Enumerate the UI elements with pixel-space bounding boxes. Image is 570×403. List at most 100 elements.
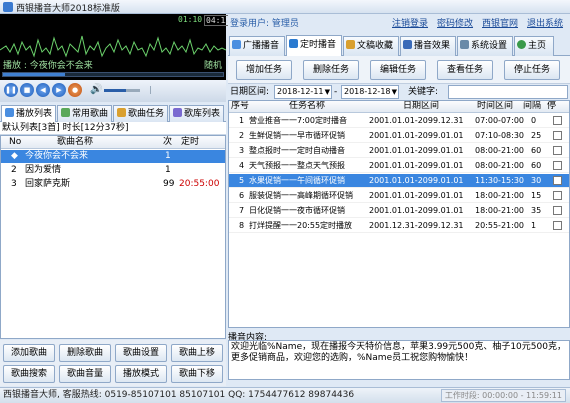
task-row[interactable]: 6 服装促销一一高峰期循环促销 2001.01.01-2099.01.01 18:00… — [229, 189, 569, 203]
tab-home[interactable]: 主页 — [514, 36, 554, 56]
task-row[interactable]: 7 日化促销一一夜市循环促销 2001.01.01-2099.01.01 18:00-… — [229, 204, 569, 218]
window-title: 西银播音大师2018标准版 — [16, 4, 120, 14]
playlist-row[interactable]: ◆ 今夜你会不会来 1 — [1, 150, 225, 163]
playlist-row[interactable]: 3 回家萨克斯 99 20:55:00 — [1, 178, 225, 191]
col-seq[interactable]: 序号 — [231, 101, 249, 112]
delete-task-button[interactable]: 删除任务 — [303, 60, 359, 80]
col-time-range[interactable]: 时间区间 — [477, 101, 513, 112]
playlist-row[interactable]: 2 因为爱情 1 — [1, 164, 225, 177]
task-table: 序号 任务名称 日期区间 时间区间 间隔 停 1 营业推音一一7:00定时播音 20… — [228, 100, 570, 328]
task-time-range: 11:30-15:30 — [475, 176, 524, 185]
app-icon — [3, 2, 13, 12]
playlist-info: 默认列表[3首] 时长[12分37秒] — [0, 122, 226, 135]
task-seq: 6 — [239, 191, 245, 200]
task-row[interactable]: 2 生鲜促销一一早市循环促销 2001.01.01-2099.01.01 07:10-… — [229, 129, 569, 143]
progress-bar[interactable] — [2, 72, 224, 77]
col-no[interactable]: No — [9, 136, 21, 148]
next-icon[interactable]: ▶ — [52, 83, 66, 97]
task-name: 天气预报一一整点天气预报 — [249, 161, 345, 170]
task-name: 日化促销一一夜市循环促销 — [249, 206, 345, 215]
task-stop-checkbox[interactable] — [553, 176, 562, 185]
task-seq: 7 — [239, 206, 245, 215]
date-to-picker[interactable]: 2018-12-18 ▼ — [341, 85, 399, 99]
tab-playlist[interactable]: 播放列表 — [1, 105, 57, 123]
playlist-header: No 歌曲名称 次 定时 — [1, 136, 225, 149]
stop-icon[interactable]: ■ — [20, 83, 34, 97]
hotline-text: 西银播音大师, 客服热线: 0519-85107101 85107101 QQ:… — [3, 390, 355, 400]
col-task-name[interactable]: 任务名称 — [289, 101, 325, 112]
task-stop-checkbox[interactable] — [553, 131, 562, 140]
tab-song-tasks[interactable]: 歌曲任务 — [113, 105, 169, 122]
task-stop-checkbox[interactable] — [553, 191, 562, 200]
task-interval: 15 — [531, 191, 542, 200]
task-seq: 3 — [239, 146, 245, 155]
add-task-button[interactable]: 增加任务 — [236, 60, 292, 80]
keyword-label: 关键字: — [408, 87, 439, 97]
task-seq: 5 — [239, 176, 245, 185]
task-time-range: 18:00-21:00 — [475, 191, 524, 200]
volume-slider[interactable] — [104, 89, 140, 92]
pause-icon[interactable]: ❚❚ — [4, 83, 18, 97]
login-bar: 登录用户: 管理员 注销登录 密码修改 西银官网 退出系统 — [228, 14, 570, 34]
exit-system-link[interactable]: 退出系统 — [527, 14, 563, 34]
task-interval: 0 — [531, 116, 537, 125]
gear-icon — [460, 40, 469, 49]
task-stop-checkbox[interactable] — [553, 116, 562, 125]
tab-song-library[interactable]: 歌库列表 — [169, 105, 225, 122]
move-song-up-button[interactable]: 歌曲上移 — [171, 344, 223, 362]
tab-system-settings[interactable]: 系统设置 — [457, 36, 513, 56]
play-mode-indicator[interactable]: 随机 — [204, 58, 222, 71]
balance-slider[interactable] — [150, 86, 220, 94]
tab-broadcast[interactable]: 广播播音 — [229, 36, 285, 56]
col-timing[interactable]: 定时 — [181, 136, 199, 148]
playlist-button-bar: 添加歌曲 删除歌曲 歌曲设置 歌曲上移 歌曲搜索 歌曲音量 播放模式 歌曲下移 — [0, 340, 226, 386]
tab-broadcast-effects[interactable]: 播音效果 — [400, 36, 456, 56]
play-mode-button[interactable]: 播放模式 — [115, 365, 167, 383]
speaker-icon[interactable]: 🔊 — [90, 84, 102, 95]
task-row[interactable]: 5 水果促销一一午间循环促销 2001.01.01-2099.01.01 11:30-… — [229, 174, 569, 188]
song-settings-button[interactable]: 歌曲设置 — [115, 344, 167, 362]
task-seq: 1 — [239, 116, 245, 125]
col-song-name[interactable]: 歌曲名称 — [57, 136, 93, 148]
task-stop-checkbox[interactable] — [553, 206, 562, 215]
broadcast-content-text[interactable]: 欢迎光临%Name，现在播报今天特价信息，苹果3.99元500克、柚子10元50… — [228, 340, 570, 380]
task-date-range: 2001.01.01-2099.01.01 — [369, 146, 464, 155]
task-row[interactable]: 1 营业推音一一7:00定时播音 2001.01.01-2099.12.31 07:0… — [229, 114, 569, 128]
stop-task-button[interactable]: 停止任务 — [504, 60, 560, 80]
keyword-input[interactable] — [448, 85, 568, 99]
tab-common-songs[interactable]: 常用歌曲 — [57, 105, 113, 122]
task-stop-checkbox[interactable] — [553, 161, 562, 170]
search-song-button[interactable]: 歌曲搜索 — [3, 365, 55, 383]
task-icon — [117, 108, 126, 117]
previous-icon[interactable]: ◀ — [36, 83, 50, 97]
task-row[interactable]: 3 整点报时一一定时自动播音 2001.01.01-2099.01.01 08:00-… — [229, 144, 569, 158]
document-icon — [346, 40, 355, 49]
date-from-picker[interactable]: 2018-12-11 ▼ — [274, 85, 332, 99]
add-song-button[interactable]: 添加歌曲 — [3, 344, 55, 362]
col-stop[interactable]: 停 — [547, 101, 556, 112]
status-bar: 西银播音大师, 客服热线: 0519-85107101 85107101 QQ:… — [0, 387, 570, 403]
delete-song-button[interactable]: 删除歌曲 — [59, 344, 111, 362]
task-time-range: 08:00-21:00 — [475, 161, 524, 170]
task-row[interactable]: 8 打烊提醒一一20:55定时播放 2001.12.31-2099.12.31 20:… — [229, 219, 569, 233]
official-site-link[interactable]: 西银官网 — [482, 14, 518, 34]
col-date-range[interactable]: 日期区间 — [403, 101, 439, 112]
tab-script-favorites[interactable]: 文稿收藏 — [343, 36, 399, 56]
task-row[interactable]: 4 天气预报一一整点天气预报 2001.01.01-2099.01.01 08:00-… — [229, 159, 569, 173]
library-icon — [173, 108, 182, 117]
view-task-button[interactable]: 查看任务 — [437, 60, 493, 80]
task-stop-checkbox[interactable] — [553, 221, 562, 230]
song-volume-button[interactable]: 歌曲音量 — [59, 365, 111, 383]
edit-task-button[interactable]: 编辑任务 — [370, 60, 426, 80]
task-stop-checkbox[interactable] — [553, 146, 562, 155]
task-date-range: 2001.01.01-2099.01.01 — [369, 206, 464, 215]
tab-scheduled-broadcast[interactable]: 定时播音 — [286, 35, 342, 57]
right-panel: 登录用户: 管理员 注销登录 密码修改 西银官网 退出系统 广播播音 定时播音 … — [228, 14, 570, 386]
task-name: 服装促销一一高峰期循环促销 — [249, 191, 353, 200]
col-interval[interactable]: 间隔 — [523, 101, 541, 112]
move-song-down-button[interactable]: 歌曲下移 — [171, 365, 223, 383]
col-count[interactable]: 次 — [163, 136, 172, 148]
record-icon[interactable]: ● — [68, 83, 82, 97]
change-password-link[interactable]: 密码修改 — [437, 14, 473, 34]
logout-link[interactable]: 注销登录 — [392, 14, 428, 34]
